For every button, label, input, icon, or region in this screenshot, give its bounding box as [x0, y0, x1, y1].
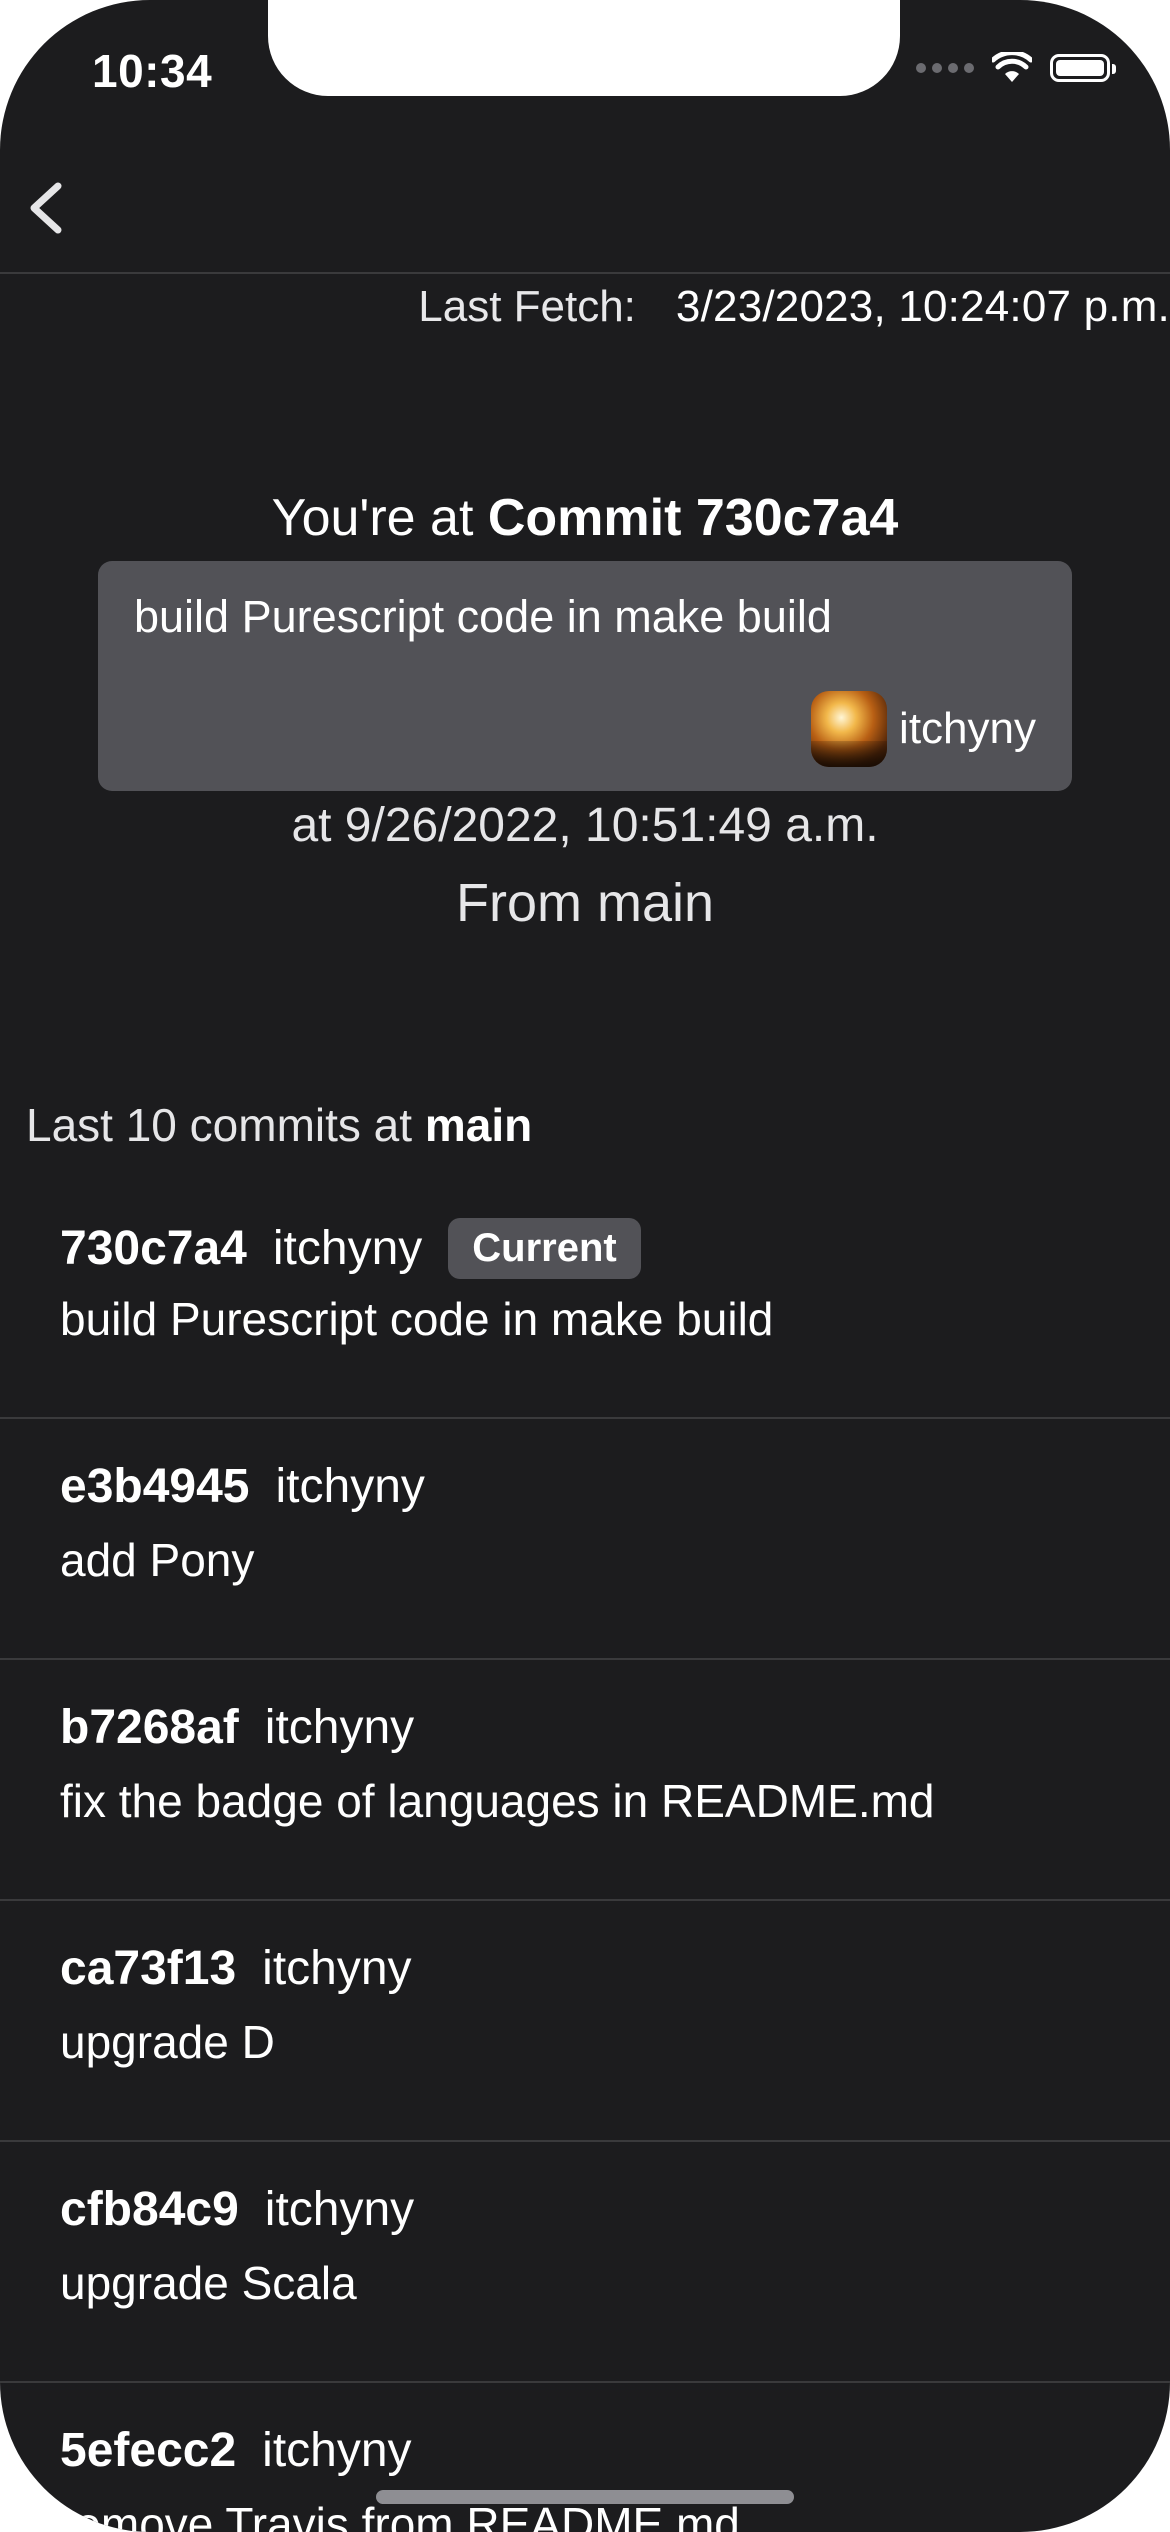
commit-message: build Purescript code in make build [60, 1293, 774, 1345]
battery-icon [1050, 54, 1116, 82]
status-icons [916, 52, 1116, 84]
commit-sha: 730c7a4 [60, 1222, 247, 1275]
last-fetch-value: 3/23/2023, 10:24:07 p.m. [675, 282, 1170, 331]
commit-message: fix the badge of languages in README.md [60, 1775, 935, 1827]
commit-author: itchyny [275, 1460, 425, 1513]
commit-sha: e3b4945 [60, 1460, 250, 1513]
commit-row-header: b7268af itchyny [60, 1700, 414, 1755]
current-commit-message: build Purescript code in make build [134, 591, 832, 642]
commit-author: itchyny [272, 1222, 423, 1275]
commit-sha: ca73f13 [60, 1942, 237, 1995]
wifi-icon [992, 52, 1032, 82]
current-commit-sha: Commit 730c7a4 [487, 489, 899, 547]
status-time: 10:34 [92, 45, 213, 97]
current-badge: Current [448, 1218, 641, 1279]
current-commit-author: itchyny [811, 691, 1036, 767]
commit-sha: cfb84c9 [60, 2183, 239, 2236]
commit-row-header: 730c7a4 itchyny Current [60, 1218, 641, 1279]
commits-section-prefix: Last 10 commits at [26, 1099, 413, 1151]
commit-row[interactable]: ca73f13 itchyny upgrade D [0, 1901, 1170, 2142]
commits-section-branch: main [424, 1099, 533, 1151]
home-indicator[interactable] [376, 2490, 794, 2504]
commit-row-header: e3b4945 itchyny [60, 1459, 425, 1514]
commit-row[interactable]: cfb84c9 itchyny upgrade Scala [0, 2142, 1170, 2383]
current-commit-branch: From main [455, 873, 715, 933]
avatar [811, 691, 888, 767]
commit-author: itchyny [264, 1701, 415, 1754]
last-fetch: Last Fetch: 3/23/2023, 10:24:07 p.m. [418, 282, 1170, 332]
commit-message: upgrade D [60, 2016, 275, 2068]
commit-row-header: 5efecc2 itchyny [60, 2423, 412, 2478]
commit-message: upgrade Scala [60, 2257, 357, 2309]
current-commit-card: build Purescript code in make build itch… [98, 561, 1072, 791]
commit-row-header: ca73f13 itchyny [60, 1941, 412, 1996]
commit-row[interactable]: e3b4945 itchyny add Pony [0, 1419, 1170, 1660]
current-commit-author-name: itchyny [899, 704, 1036, 753]
commits-section-header: Last 10 commits at main [26, 1098, 532, 1152]
current-commit-date: at 9/26/2022, 10:51:49 a.m. [291, 799, 879, 852]
current-commit-prefix: You're at [271, 489, 474, 547]
chevron-left-icon [30, 182, 62, 234]
commit-sha: 5efecc2 [60, 2424, 237, 2477]
last-fetch-label: Last Fetch: [418, 282, 636, 331]
commit-author: itchyny [262, 2424, 412, 2477]
commit-author: itchyny [262, 1942, 412, 1995]
back-button[interactable] [18, 168, 78, 248]
commit-row-header: cfb84c9 itchyny [60, 2182, 414, 2237]
commit-sha: b7268af [60, 1701, 239, 1754]
commit-row[interactable]: b7268af itchyny fix the badge of languag… [0, 1660, 1170, 1901]
commit-row[interactable]: 730c7a4 itchyny Current build Purescript… [0, 1178, 1170, 1419]
cellular-signal-icon [916, 63, 974, 73]
commit-message: add Pony [60, 1534, 255, 1586]
commit-author: itchyny [264, 2183, 415, 2236]
app-screen: 10:34 Last Fetch: 3/23/2023, 10:24:07 p.… [0, 0, 1170, 2532]
device-notch [268, 0, 900, 96]
current-commit-title: You're at Commit 730c7a4 [0, 488, 1170, 548]
commit-list: 730c7a4 itchyny Current build Purescript… [0, 1178, 1170, 2532]
commit-row[interactable]: 5efecc2 itchyny remove Travis from READM… [0, 2383, 1170, 2532]
nav-divider [0, 272, 1170, 274]
